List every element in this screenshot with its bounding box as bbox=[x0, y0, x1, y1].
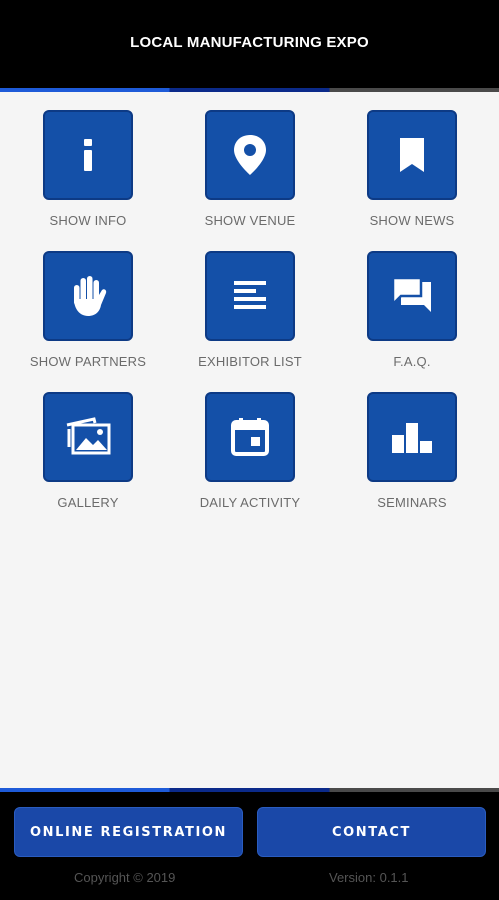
chat-icon bbox=[391, 276, 431, 312]
tile-faq-box[interactable] bbox=[367, 251, 457, 341]
tile-show-venue-box[interactable] bbox=[205, 110, 295, 200]
tile-show-venue[interactable]: SHOW VENUE bbox=[170, 110, 330, 240]
tile-show-news[interactable]: SHOW NEWS bbox=[332, 110, 492, 240]
gallery-icon bbox=[66, 417, 111, 455]
tile-show-partners-label: SHOW PARTNERS bbox=[29, 354, 147, 369]
app-title: LOCAL MANUFACTURING EXPO bbox=[130, 33, 369, 51]
tile-exhibitor-list[interactable]: EXHIBITOR LIST bbox=[170, 251, 330, 381]
tile-daily-activity[interactable]: DAILY ACTIVITY bbox=[170, 392, 330, 522]
contact-button[interactable]: CONTACT bbox=[257, 807, 486, 857]
version-text: Version: 0.1.1 bbox=[329, 870, 409, 885]
tile-show-news-box[interactable] bbox=[367, 110, 457, 200]
bookmark-icon bbox=[400, 138, 424, 172]
tile-faq[interactable]: F.A.Q. bbox=[332, 251, 492, 381]
hand-icon bbox=[74, 276, 107, 316]
header-accent-bar bbox=[0, 88, 499, 92]
tile-show-info-label: SHOW INFO bbox=[49, 213, 127, 228]
tile-show-news-label: SHOW NEWS bbox=[369, 213, 455, 228]
tile-gallery-label: GALLERY bbox=[57, 495, 119, 510]
tile-exhibitor-list-box[interactable] bbox=[205, 251, 295, 341]
app-footer: ONLINE REGISTRATION CONTACT Copyright © … bbox=[0, 792, 499, 900]
list-icon bbox=[234, 281, 266, 309]
bar-chart-icon bbox=[392, 423, 432, 453]
tile-daily-activity-label: DAILY ACTIVITY bbox=[199, 495, 301, 510]
tile-show-partners[interactable]: SHOW PARTNERS bbox=[8, 251, 168, 381]
tile-daily-activity-box[interactable] bbox=[205, 392, 295, 482]
tile-gallery-box[interactable] bbox=[43, 392, 133, 482]
tile-show-venue-label: SHOW VENUE bbox=[204, 213, 296, 228]
tile-faq-label: F.A.Q. bbox=[393, 354, 431, 369]
info-icon bbox=[84, 139, 92, 171]
app-header: LOCAL MANUFACTURING EXPO bbox=[0, 0, 499, 88]
calendar-icon bbox=[231, 418, 269, 456]
online-registration-button[interactable]: ONLINE REGISTRATION bbox=[14, 807, 243, 857]
tile-seminars-label: SEMINARS bbox=[377, 495, 447, 510]
tile-gallery[interactable]: GALLERY bbox=[8, 392, 168, 522]
tile-exhibitor-list-label: EXHIBITOR LIST bbox=[198, 354, 302, 369]
tile-show-partners-box[interactable] bbox=[43, 251, 133, 341]
map-pin-icon bbox=[234, 135, 266, 175]
copyright-text: Copyright © 2019 bbox=[74, 870, 176, 885]
tile-seminars[interactable]: SEMINARS bbox=[332, 392, 492, 522]
tile-show-info-box[interactable] bbox=[43, 110, 133, 200]
tile-show-info[interactable]: SHOW INFO bbox=[8, 110, 168, 240]
tile-seminars-box[interactable] bbox=[367, 392, 457, 482]
